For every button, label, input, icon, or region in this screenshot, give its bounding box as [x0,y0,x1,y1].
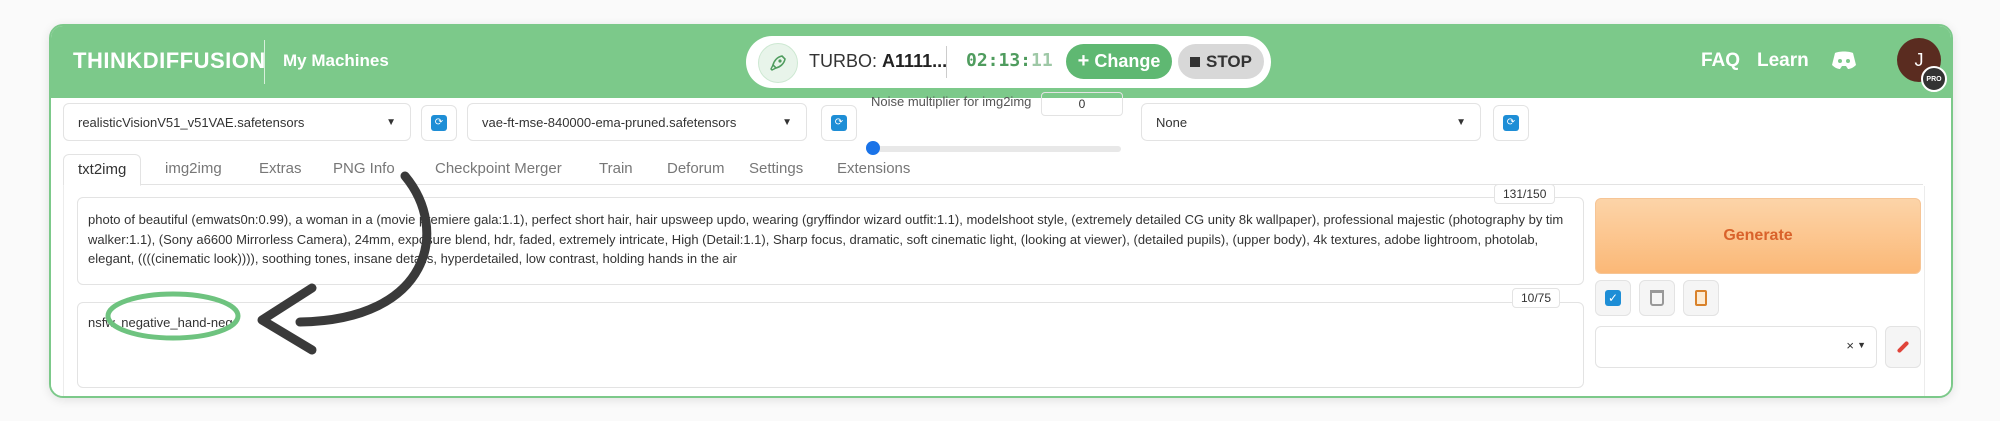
refresh-hypernetwork-button[interactable]: ⟳ [1493,105,1529,141]
discord-icon[interactable] [1831,50,1857,70]
noise-slider-thumb[interactable] [866,141,880,155]
tab-extensions[interactable]: Extensions [837,154,910,184]
tab-settings[interactable]: Settings [749,154,803,184]
negative-token-counter: 10/75 [1512,288,1561,308]
thinkdiffusion-logo[interactable]: THINKDIFFUSION [73,48,266,74]
chevron-down-icon: ▼ [1857,340,1866,350]
vae-value: vae-ft-mse-840000-ema-pruned.safetensors [482,115,737,130]
machine-status-pill: TURBO: A1111... 02:13:11 + Change STOP [746,36,1271,88]
negative-prompt-textarea[interactable]: nsfw, negative_hand-neg [77,302,1584,388]
extra-networks-button[interactable] [1683,280,1719,316]
chevron-down-icon: ▼ [782,117,792,128]
styles-select[interactable]: × ▼ [1595,326,1877,368]
top-bar: THINKDIFFUSION My Machines TURBO: A1111.… [51,26,1951,98]
hypernetwork-select[interactable]: None ▼ [1141,103,1481,141]
clear-prompt-button[interactable] [1639,280,1675,316]
machine-name: TURBO: A1111... [809,51,947,72]
refresh-icon: ⟳ [431,115,447,131]
tab-deforum[interactable]: Deforum [667,154,725,184]
prompt-text: photo of beautiful (emwats0n:0.99), a wo… [88,212,1564,266]
stop-icon [1190,56,1200,67]
faq-link[interactable]: FAQ [1701,50,1740,72]
chevron-down-icon: ▼ [386,117,396,128]
refresh-vae-button[interactable]: ⟳ [821,105,857,141]
checkbox-icon: ✓ [1605,290,1621,306]
pro-badge: PRO [1921,66,1947,92]
prompt-textarea[interactable]: photo of beautiful (emwats0n:0.99), a wo… [77,197,1584,285]
pill-divider [946,46,947,78]
checkpoint-value: realisticVisionV51_v51VAE.safetensors [78,115,305,130]
plus-icon: + [1077,50,1090,72]
learn-link[interactable]: Learn [1757,50,1809,72]
tab-train[interactable]: Train [599,154,633,184]
tab-png-info[interactable]: PNG Info [333,154,395,184]
logo-divider [264,40,265,84]
noise-multiplier-label: Noise multiplier for img2img [871,94,1032,109]
pencil-icon [1896,340,1910,354]
stop-button[interactable]: STOP [1178,44,1264,79]
noise-multiplier-input[interactable]: 0 [1041,92,1123,116]
change-label: Change [1094,51,1161,71]
edit-styles-button[interactable] [1885,326,1921,368]
turbo-name: A1111... [882,51,948,71]
hypernetwork-value: None [1156,115,1188,130]
checkpoint-select[interactable]: realisticVisionV51_v51VAE.safetensors ▼ [63,103,411,141]
prompt-token-counter: 131/150 [1494,184,1556,204]
noise-slider-track[interactable] [873,146,1121,152]
my-machines-link[interactable]: My Machines [283,51,389,71]
rocket-icon [758,43,798,83]
change-button[interactable]: + Change [1066,44,1172,79]
read-params-button[interactable]: ✓ [1595,280,1631,316]
timer-seconds: 11 [1031,50,1053,71]
refresh-icon: ⟳ [1503,115,1519,131]
tab-img2img[interactable]: img2img [165,154,222,184]
clear-style-icon[interactable]: × [1846,338,1854,353]
generate-button[interactable]: Generate [1595,198,1921,274]
clipboard-icon [1695,290,1707,306]
refresh-icon: ⟳ [831,115,847,131]
stop-label: STOP [1206,51,1252,71]
turbo-prefix: TURBO: [809,51,878,71]
chevron-down-icon: ▼ [1456,117,1466,128]
tab-txt2img[interactable]: txt2img [63,154,142,186]
timer-main: 02:13: [966,50,1032,71]
negative-prompt-text: nsfw, negative_hand-neg [88,315,233,330]
vae-select[interactable]: vae-ft-mse-840000-ema-pruned.safetensors… [467,103,807,141]
trash-icon [1650,290,1664,306]
tab-bar: txt2img img2img Extras PNG Info Checkpoi… [63,154,1923,186]
tab-extras[interactable]: Extras [259,154,302,184]
app-window: THINKDIFFUSION My Machines TURBO: A1111.… [49,24,1953,398]
tab-checkpoint-merger[interactable]: Checkpoint Merger [435,154,562,184]
session-timer: 02:13:11 [966,50,1053,71]
refresh-checkpoint-button[interactable]: ⟳ [421,105,457,141]
